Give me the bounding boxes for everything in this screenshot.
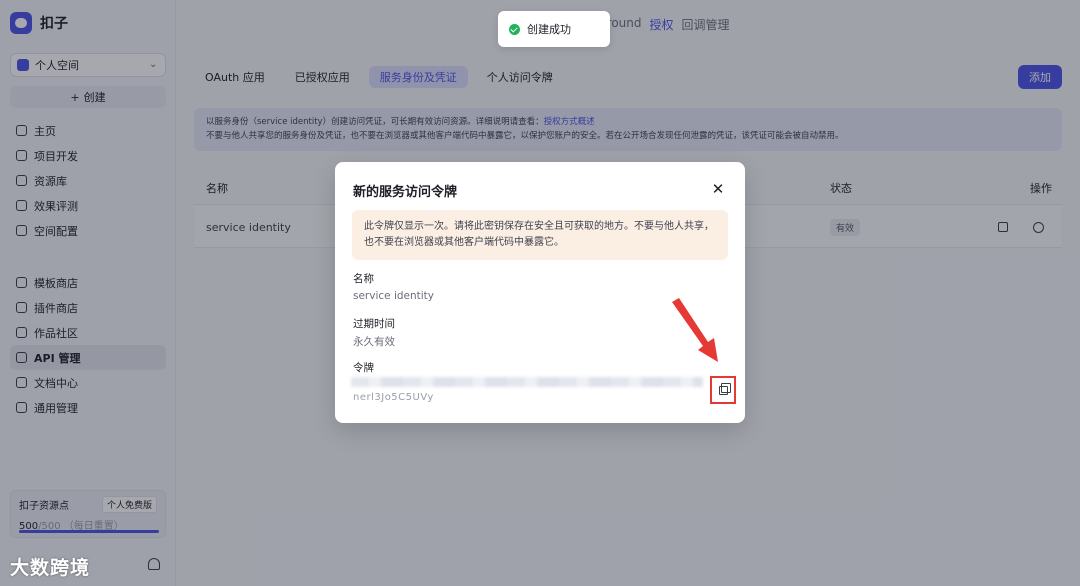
watermark: 大数跨境 <box>10 553 90 580</box>
watermark-text: 大数跨境 <box>10 557 91 579</box>
annotation-arrow-icon <box>672 298 718 362</box>
